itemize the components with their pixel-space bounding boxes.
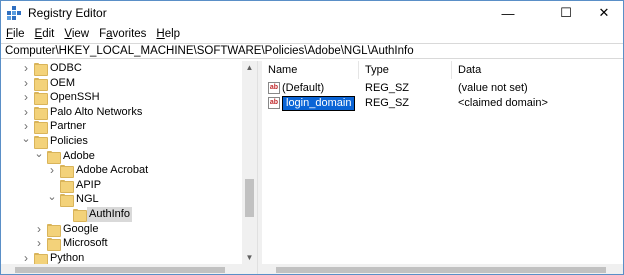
tree-item-partner[interactable]: › Partner — [1, 119, 241, 135]
tree-item-label: NGL — [76, 193, 99, 206]
tree-item-adobe-acrobat[interactable]: › Adobe Acrobat — [1, 163, 241, 179]
folder-icon — [47, 150, 61, 164]
tree-item-label: Adobe Acrobat — [76, 164, 149, 177]
chevron-right-icon[interactable]: › — [21, 61, 31, 76]
menu-favorites[interactable]: Favorites — [94, 28, 151, 40]
string-value-icon: ab — [268, 82, 280, 94]
value-name-edit-field[interactable]: login_domain — [282, 96, 356, 111]
tree-item-label: Palo Alto Networks — [50, 105, 143, 118]
folder-icon — [34, 121, 48, 135]
chevron-right-icon[interactable]: › — [21, 90, 31, 105]
chevron-right-icon[interactable]: › — [34, 236, 44, 251]
chevron-right-icon[interactable]: › — [21, 76, 31, 91]
folder-icon — [34, 106, 48, 120]
list-horizontal-scrollbar[interactable] — [262, 264, 623, 274]
tree-item-label: Google — [63, 222, 99, 235]
chevron-down-icon[interactable]: ⌄ — [21, 134, 31, 149]
folder-icon — [34, 77, 48, 91]
menu-help[interactable]: Help — [151, 28, 185, 40]
folder-icon — [34, 136, 48, 149]
value-name: (Default) — [282, 82, 325, 94]
chevron-down-icon[interactable]: ⌄ — [47, 192, 57, 207]
scroll-down-icon[interactable]: ▼ — [242, 251, 257, 265]
tree-item-ngl[interactable]: ⌄ NGL — [1, 192, 241, 208]
folder-icon — [47, 223, 61, 237]
folder-icon — [34, 252, 48, 266]
address-bar[interactable]: Computer\HKEY_LOCAL_MACHINE\SOFTWARE\Pol… — [1, 43, 623, 59]
value-data: (value not set) — [458, 82, 528, 94]
tree-item-label: Adobe — [63, 149, 95, 162]
window-title: Registry Editor — [28, 6, 107, 20]
menu-edit[interactable]: Edit — [30, 28, 60, 40]
column-header-type[interactable]: Type — [359, 61, 452, 79]
tree-item-apip[interactable]: APIP — [1, 178, 241, 193]
folder-icon — [60, 179, 74, 193]
tree-item-label: APIP — [76, 178, 102, 191]
value-row-default[interactable]: ab (Default) REG_SZ (value not set) — [262, 81, 623, 96]
tree-horizontal-scroll-thumb[interactable] — [15, 267, 225, 273]
tree-item-google[interactable]: › Google — [1, 222, 241, 237]
column-header-name[interactable]: Name — [262, 61, 359, 79]
folder-icon — [73, 209, 87, 222]
chevron-right-icon[interactable]: › — [34, 222, 44, 237]
value-type: REG_SZ — [365, 82, 410, 94]
chevron-right-icon[interactable]: › — [21, 105, 31, 120]
tree-item-authinfo[interactable]: AuthInfo — [1, 207, 241, 222]
tree-item-label: OpenSSH — [50, 91, 100, 104]
tree-item-label: Partner — [50, 120, 87, 133]
tree-item-label: OEM — [50, 76, 76, 89]
tree-horizontal-scrollbar[interactable] — [1, 264, 257, 274]
registry-app-icon — [7, 6, 21, 20]
tree-item-microsoft[interactable]: › Microsoft — [1, 236, 241, 252]
tree-item-oem[interactable]: › OEM — [1, 76, 241, 91]
registry-editor-window: Registry Editor — ☐ ✕ File Edit View Fav… — [0, 0, 624, 275]
minimize-button[interactable]: — — [485, 1, 531, 25]
folder-icon — [47, 238, 61, 252]
values-list-pane[interactable]: Name Type Data ab (Default) REG_SZ (valu… — [262, 61, 623, 274]
scroll-up-icon[interactable]: ▲ — [242, 61, 257, 75]
tree-item-label: AuthInfo — [87, 207, 132, 222]
list-horizontal-scroll-thumb[interactable] — [276, 267, 606, 273]
tree-item-policies[interactable]: ⌄ Policies — [1, 134, 241, 149]
menu-file[interactable]: File — [1, 28, 30, 40]
column-header-data[interactable]: Data — [452, 61, 623, 79]
tree-item-label: Policies — [50, 135, 88, 147]
tree-item-odbc[interactable]: › ODBC — [1, 61, 241, 76]
tree-item-palo-alto-networks[interactable]: › Palo Alto Networks — [1, 105, 241, 120]
tree-vertical-scrollbar[interactable]: ▲ ▼ — [242, 61, 257, 265]
tree-item-adobe[interactable]: ⌄ Adobe — [1, 148, 241, 164]
folder-icon — [60, 194, 74, 208]
value-data: <claimed domain> — [458, 97, 548, 109]
title-bar[interactable]: Registry Editor — ☐ ✕ — [1, 1, 623, 25]
folder-icon — [34, 92, 48, 106]
folder-icon — [34, 63, 48, 76]
menu-view[interactable]: View — [59, 28, 94, 40]
chevron-down-icon[interactable]: ⌄ — [34, 148, 44, 164]
menu-bar: File Edit View Favorites Help — [1, 25, 623, 43]
value-row-login-domain[interactable]: ab login_domain REG_SZ <claimed domain> — [262, 96, 623, 111]
value-type: REG_SZ — [365, 97, 410, 109]
string-value-icon: ab — [268, 97, 280, 109]
folder-icon — [60, 165, 74, 179]
key-tree-pane[interactable]: › ODBC › OEM › OpenSSH › Palo Alto Networks › Par… — [1, 61, 257, 274]
close-button[interactable]: ✕ — [581, 1, 623, 25]
tree-item-label: Microsoft — [63, 237, 108, 250]
chevron-right-icon[interactable]: › — [47, 163, 57, 178]
tree-item-openssh[interactable]: › OpenSSH — [1, 90, 241, 106]
tree-vertical-scroll-thumb[interactable] — [245, 179, 254, 217]
tree-item-label: ODBC — [50, 62, 82, 74]
